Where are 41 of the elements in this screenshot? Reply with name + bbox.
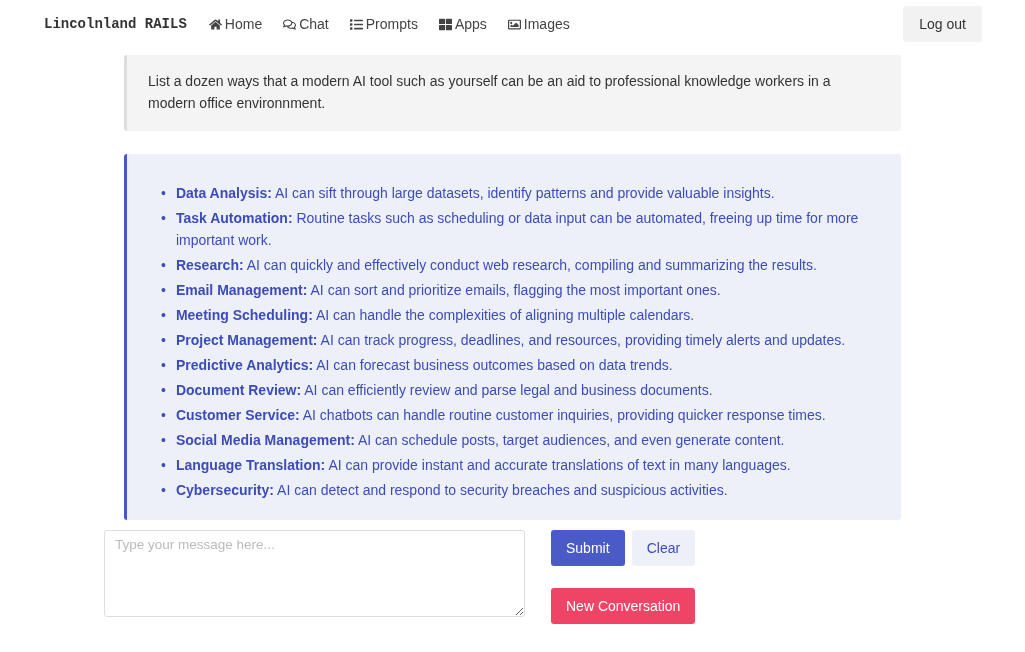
user-prompt: List a dozen ways that a modern AI tool such as yourself can be an aid to professional knowledge workers in a modern office environnment. [124, 55, 901, 131]
list-bullet: • [161, 456, 166, 475]
logout-button[interactable]: Log out [903, 6, 982, 42]
response-item: Email Management: AI can sort and prioritize emails, flagging the most important ones. [175, 281, 721, 300]
response-item: Social Media Management: AI can schedule posts, target audiences, and even generate content. [175, 431, 785, 450]
list-bullet: • [161, 331, 166, 350]
response-item: Predictive Analytics: AI can forecast business outcomes based on data trends. [175, 356, 673, 375]
nav-link[interactable]: Chat [283, 16, 329, 32]
list-bullet: • [161, 256, 166, 275]
list-bullet: • [161, 281, 166, 300]
response-item: Task Automation: Routine tasks such as scheduling or data input can be automated, freeing up time for more important work. [175, 209, 860, 250]
response-item: Meeting Scheduling: AI can handle the complexities of aligning multiple calendars. [175, 306, 695, 325]
house-icon [208, 17, 222, 31]
list-bullet: • [161, 381, 166, 400]
nav-link[interactable]: Home [208, 16, 263, 32]
list-bullet: • [161, 356, 166, 375]
nav-link[interactable]: Prompts [349, 16, 418, 32]
response-item: Language Translation: AI can provide instant and accurate translations of text in many languages. [175, 456, 791, 475]
clear-button[interactable]: Clear [631, 530, 696, 566]
list-bullet: • [161, 306, 166, 325]
list-bullet: • [161, 481, 166, 500]
response-item: Project Management: AI can track progress, deadlines, and resources, providing timely alerts and updates. [175, 331, 846, 350]
response-item: Data Analysis: AI can sift through large datasets, identify patterns and provide valuable insights. [175, 184, 775, 203]
brand-link[interactable]: Lincolnland RAILS [44, 16, 187, 32]
list-bullet: • [161, 209, 166, 228]
grid-icon [438, 17, 452, 31]
submit-button[interactable]: Submit [551, 530, 625, 566]
new-conversation-button[interactable]: New Conversation [551, 588, 696, 624]
nav-link[interactable]: Apps [438, 16, 487, 32]
speech-bubbles-icon [283, 17, 297, 31]
response-item: Cybersecurity: AI can detect and respond to security breaches and suspicious activities. [175, 481, 728, 500]
list-bullet: • [161, 184, 166, 203]
nav-link[interactable]: Images [507, 16, 570, 32]
list-bullet: • [161, 431, 166, 450]
message-field[interactable]: Type your message here... [104, 530, 525, 617]
list-icon [349, 17, 363, 31]
response-item: Research: AI can quickly and effectively conduct web research, compiling and summarizing the results. [175, 256, 817, 275]
response-item: Document Review: AI can efficiently review and parse legal and business documents. [175, 381, 713, 400]
list-bullet: • [161, 406, 166, 425]
response-item: Customer Service: AI chatbots can handle routine customer inquiries, providing quicker response times. [175, 406, 826, 425]
image-icon [507, 17, 521, 31]
